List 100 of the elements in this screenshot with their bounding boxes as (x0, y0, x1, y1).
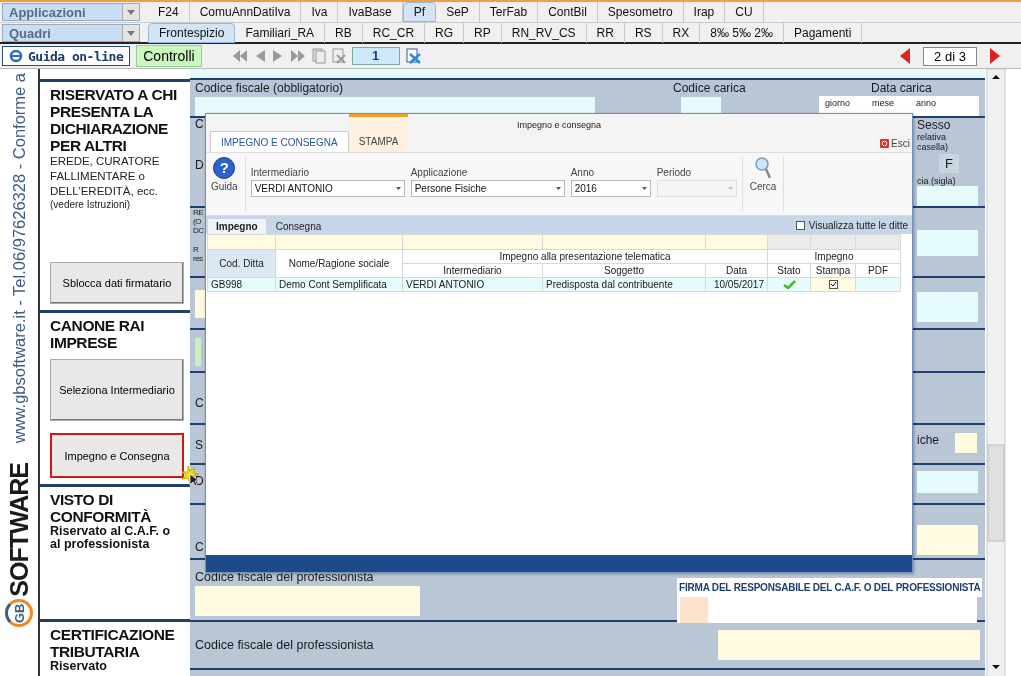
tab[interactable]: RR (586, 23, 625, 43)
dropdown[interactable]: VERDI ANTONIO (250, 180, 405, 197)
tab[interactable]: SeP (436, 2, 480, 22)
dropdown-arrow-icon (127, 9, 135, 15)
tab[interactable]: RN_RV_CS (501, 23, 587, 43)
checkbox[interactable] (828, 280, 838, 289)
check-icon (829, 281, 837, 288)
text-field[interactable] (718, 630, 980, 660)
next-page-icon[interactable] (271, 48, 284, 64)
text-field[interactable] (195, 586, 420, 616)
page-number-field[interactable]: 1 (351, 47, 400, 65)
search-button[interactable]: Cerca (744, 153, 782, 215)
field-label: Periodo (656, 167, 693, 178)
text-field[interactable] (917, 230, 978, 256)
tab[interactable]: RB (325, 23, 363, 43)
delete-page-icon[interactable] (331, 48, 346, 64)
field-label: S (195, 439, 204, 452)
field-label: Anno (570, 167, 596, 178)
tab[interactable]: 8‰ 5‰ 2‰ (700, 23, 784, 43)
text-field[interactable] (195, 290, 205, 318)
checks-button[interactable]: Controlli (136, 45, 202, 67)
copy-page-icon[interactable] (311, 48, 326, 64)
tab[interactable]: RS (624, 23, 663, 43)
field-label: C (195, 118, 205, 131)
date-field[interactable]: giorno mese anno (819, 96, 979, 116)
tab[interactable]: TerFab (479, 2, 539, 22)
close-icon (880, 139, 890, 148)
field-label: Data carica (871, 81, 932, 95)
first-page-icon[interactable] (231, 48, 248, 64)
tab[interactable]: Irap (683, 2, 726, 22)
field-hint: relativa casella) (917, 132, 949, 152)
text-field[interactable] (917, 525, 978, 555)
help-button[interactable]: Guida on-line (2, 46, 131, 66)
sidebar-button[interactable]: Sblocca dati firmatario (50, 262, 184, 304)
checkbox[interactable] (795, 220, 805, 230)
signature-label: FIRMA DEL RESPONSABILE DEL C.A.F. O DEL PROFESSIONISTA (677, 578, 983, 597)
application-dropdown[interactable]: Applicazioni (2, 3, 140, 21)
field-label: iche (917, 433, 939, 447)
tab[interactable]: Impegno (208, 219, 266, 234)
exit-button[interactable]: Esci (880, 138, 910, 149)
text-field[interactable] (955, 433, 977, 453)
logo-mark: GB (5, 598, 33, 627)
section-dropdown[interactable]: Quadri (2, 24, 140, 42)
tab[interactable]: Pagamenti (783, 23, 863, 43)
text-field[interactable] (195, 338, 201, 366)
tab[interactable]: RP (464, 23, 502, 43)
tab[interactable]: IvaBase (338, 2, 403, 22)
field-label: Intermediario (250, 167, 311, 178)
tab[interactable]: CU (725, 2, 764, 22)
sidebar-button[interactable]: Seleziona Intermediario (50, 359, 184, 421)
tab[interactable]: Iva (301, 2, 339, 22)
field-label: Applicazione (410, 167, 469, 178)
tab[interactable]: Pf (402, 2, 437, 22)
text-field[interactable] (917, 292, 978, 322)
date-part-label: giorno (825, 98, 851, 110)
website-text: www.gbsoftware.it - Tel.06/97626328 - Conforme a (9, 73, 29, 444)
column-header: Nome/Ragione sociale (275, 249, 403, 278)
previous-arrow-icon[interactable] (899, 47, 911, 65)
sex-field[interactable]: F (939, 154, 959, 173)
text-field[interactable] (917, 186, 978, 206)
filter-cell[interactable] (207, 234, 276, 250)
field-label: R res (193, 245, 203, 263)
filter-cell[interactable] (402, 234, 543, 250)
tab[interactable]: RC_CR (362, 23, 426, 43)
section-text: EREDE, CURATORE FALLIMENTARE o DELL’EREDITÀ, ecc. (50, 154, 161, 199)
tab[interactable]: STAMPA (348, 114, 409, 152)
tab[interactable]: Spesometro (597, 2, 684, 22)
vertical-scrollbar[interactable] (985, 69, 1007, 676)
field-label: C (195, 541, 205, 554)
help-button[interactable]: ? Guida (206, 153, 243, 215)
next-arrow-icon[interactable] (989, 47, 1001, 65)
field-label: Sesso (917, 118, 952, 132)
date-part-label: mese (872, 98, 895, 110)
dialog-title: Impegno e consegna (515, 120, 603, 130)
text-field[interactable] (917, 471, 978, 493)
filter-cell[interactable] (705, 234, 768, 250)
help-icon: ? (213, 157, 236, 179)
tab[interactable]: RG (425, 23, 465, 43)
filter-cell[interactable] (542, 234, 706, 250)
signature-field[interactable] (680, 597, 708, 623)
sidebar-button[interactable]: Impegno e Consegna (50, 433, 184, 478)
tab[interactable]: Consegna (267, 219, 330, 234)
dropdown[interactable]: 2016 (570, 180, 651, 197)
page-indicator: 2 di 3 (923, 46, 977, 66)
dropdown-arrow-icon (641, 187, 647, 190)
section-subheading: Riservato al C.A.F. o al professionista (50, 525, 172, 551)
tab[interactable]: Familiari_RA (235, 23, 326, 43)
field-label: cia (sigla) (917, 176, 957, 186)
tab[interactable]: IMPEGNO E CONSEGNA (210, 131, 349, 152)
dropdown[interactable]: Persone Fisiche (410, 180, 565, 197)
tab[interactable]: Frontespizio (148, 23, 236, 43)
dropdown-value: Applicazioni (9, 4, 86, 20)
filter-cell[interactable] (275, 234, 403, 250)
last-page-icon[interactable] (289, 48, 306, 64)
tab[interactable]: ComuAnnDatiIva (189, 2, 302, 22)
field-label: Codice fiscale del professionista (195, 638, 374, 652)
tab[interactable]: ContBil (538, 2, 598, 22)
tab[interactable]: F24 (148, 2, 190, 22)
page-search-icon[interactable] (405, 48, 422, 64)
tab[interactable]: RX (662, 23, 701, 43)
